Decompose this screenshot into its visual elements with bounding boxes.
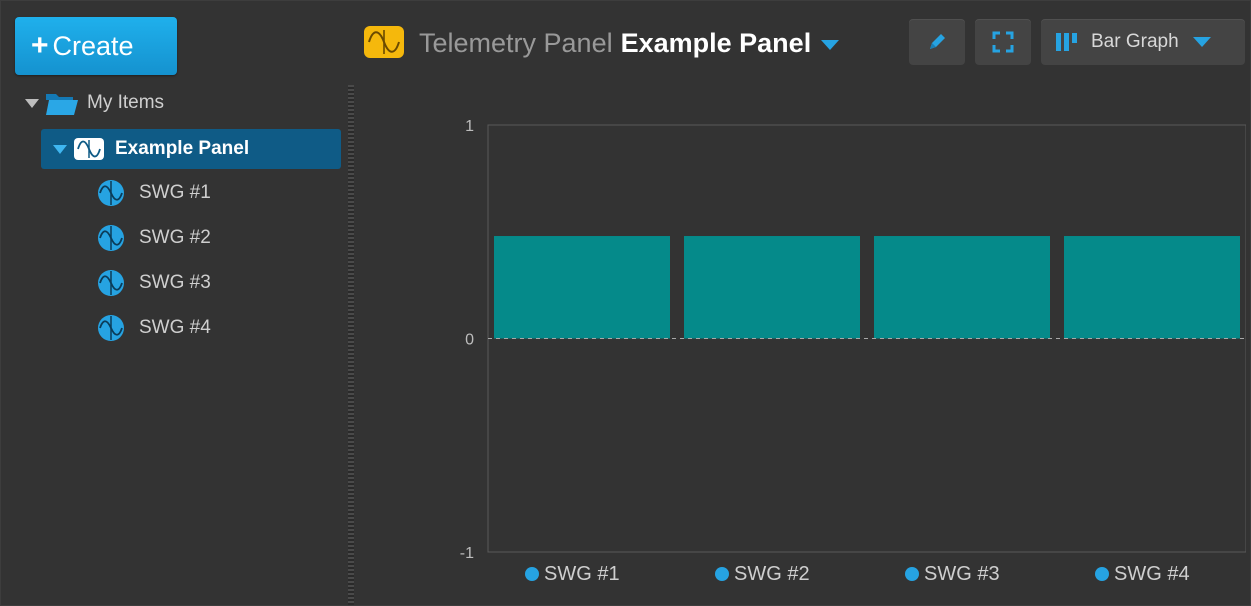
x-category-label: SWG #1: [544, 563, 620, 585]
tree-expand-icon[interactable]: [53, 144, 67, 154]
sine-wave-generator-icon: [98, 225, 124, 251]
tree-item-swg[interactable]: SWG #4: [97, 310, 211, 346]
sine-wave-generator-icon: [905, 567, 919, 581]
app-window: + Create My Items Example Panel SWG #1 SW…: [0, 0, 1251, 606]
page-title: Telemetry Panel Example Panel: [419, 28, 840, 59]
tree-item-example-panel[interactable]: Example Panel: [41, 129, 341, 169]
y-tick-label: -1: [460, 545, 474, 562]
x-category-label: SWG #3: [924, 563, 1000, 585]
object-type-label: Telemetry Panel: [419, 28, 613, 58]
folder-icon: [46, 94, 78, 115]
edit-button[interactable]: [909, 19, 965, 65]
bar: [494, 236, 670, 339]
tree-expand-icon[interactable]: [25, 98, 39, 108]
x-category-label: SWG #2: [734, 563, 810, 585]
pane-splitter[interactable]: [348, 85, 354, 605]
tree-item-label: Example Panel: [115, 138, 250, 159]
sine-wave-generator-icon: [715, 567, 729, 581]
tree-item-label: SWG #4: [139, 317, 211, 338]
tree-item-label: SWG #2: [139, 227, 211, 248]
y-tick-label: 1: [465, 118, 474, 135]
plus-icon: +: [31, 29, 49, 62]
bar: [874, 236, 1050, 339]
expand-icon: [992, 31, 1014, 53]
sine-wave-generator-icon: [98, 315, 124, 341]
view-switcher-button[interactable]: Bar Graph: [1041, 19, 1245, 65]
tree-item-swg[interactable]: SWG #1: [97, 175, 211, 211]
tree-item-label: SWG #3: [139, 272, 211, 293]
tree-item-swg[interactable]: SWG #2: [97, 220, 211, 256]
create-button[interactable]: + Create: [15, 17, 177, 75]
telemetry-panel-icon: [74, 138, 104, 160]
tree-item-label: My Items: [87, 92, 165, 113]
x-category-label: SWG #4: [1114, 563, 1190, 585]
chevron-down-icon[interactable]: [821, 39, 840, 50]
telemetry-panel-icon: [364, 26, 404, 58]
bar: [1064, 236, 1240, 339]
tree-item-my-items[interactable]: My Items: [25, 85, 164, 121]
create-label: Create: [52, 30, 134, 61]
sine-wave-generator-icon: [98, 180, 124, 206]
tree-item-label: SWG #1: [139, 182, 211, 203]
y-tick-label: 0: [465, 332, 474, 349]
bar-graph-plot: 1 0 -1 SWG #1 SWG #2 SWG #3 SWG #4: [460, 118, 1246, 585]
fullscreen-button[interactable]: [975, 19, 1031, 65]
chevron-down-icon: [1192, 37, 1211, 47]
object-header: Telemetry Panel Example Panel Bar Graph: [361, 15, 1246, 75]
sine-wave-generator-icon: [525, 567, 539, 581]
bar-graph-icon: [1056, 33, 1077, 51]
object-name-label[interactable]: Example Panel: [621, 28, 812, 59]
sine-wave-generator-icon: [1095, 567, 1109, 581]
view-switcher-label: Bar Graph: [1091, 31, 1179, 52]
bar: [684, 236, 860, 339]
tree-item-swg[interactable]: SWG #3: [97, 265, 211, 301]
pencil-icon: [930, 34, 945, 49]
sine-wave-generator-icon: [98, 270, 124, 296]
browse-pane: + Create My Items Example Panel SWG #1 SW…: [9, 9, 347, 601]
